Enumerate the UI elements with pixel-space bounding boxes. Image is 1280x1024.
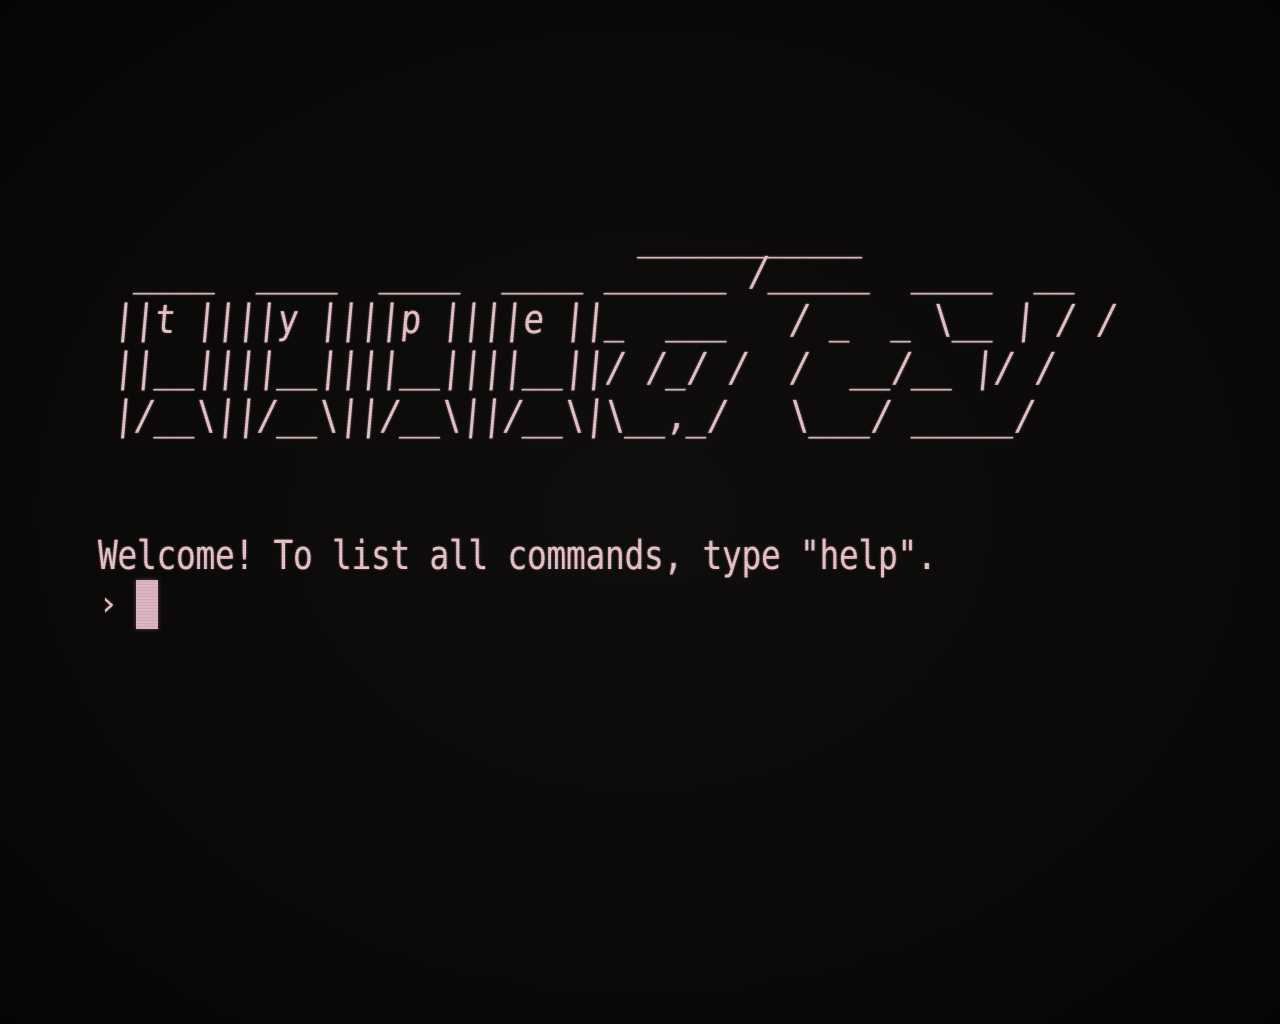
banner-line-1: ____ ____ ____ ____ ______ /_____ ____ _…	[91, 249, 1079, 295]
banner-line-2: ||t ||||y ||||p ||||e ||_ ___ / _ _ \__ …	[91, 297, 1120, 343]
banner-line-3: ||__||||__||||__||||__||/ /_/ / / __/__ …	[91, 345, 1058, 391]
ascii-art-banner: ___________ ____ ____ ____ ____ ______ /…	[96, 213, 1186, 488]
text-cursor	[136, 579, 158, 629]
banner-line-4: |/__\||/__\||/__\||/__\|\__,_/ \___/ ___…	[91, 393, 1038, 439]
prompt-chevron-icon: ›	[98, 584, 119, 624]
terminal-screen[interactable]: ___________ ____ ____ ____ ____ ______ /…	[0, 0, 1280, 1024]
command-prompt-line[interactable]: ›	[98, 579, 158, 629]
crt-scanline-overlay	[0, 0, 1280, 1024]
welcome-message: Welcome! To list all commands, type "hel…	[98, 533, 937, 579]
